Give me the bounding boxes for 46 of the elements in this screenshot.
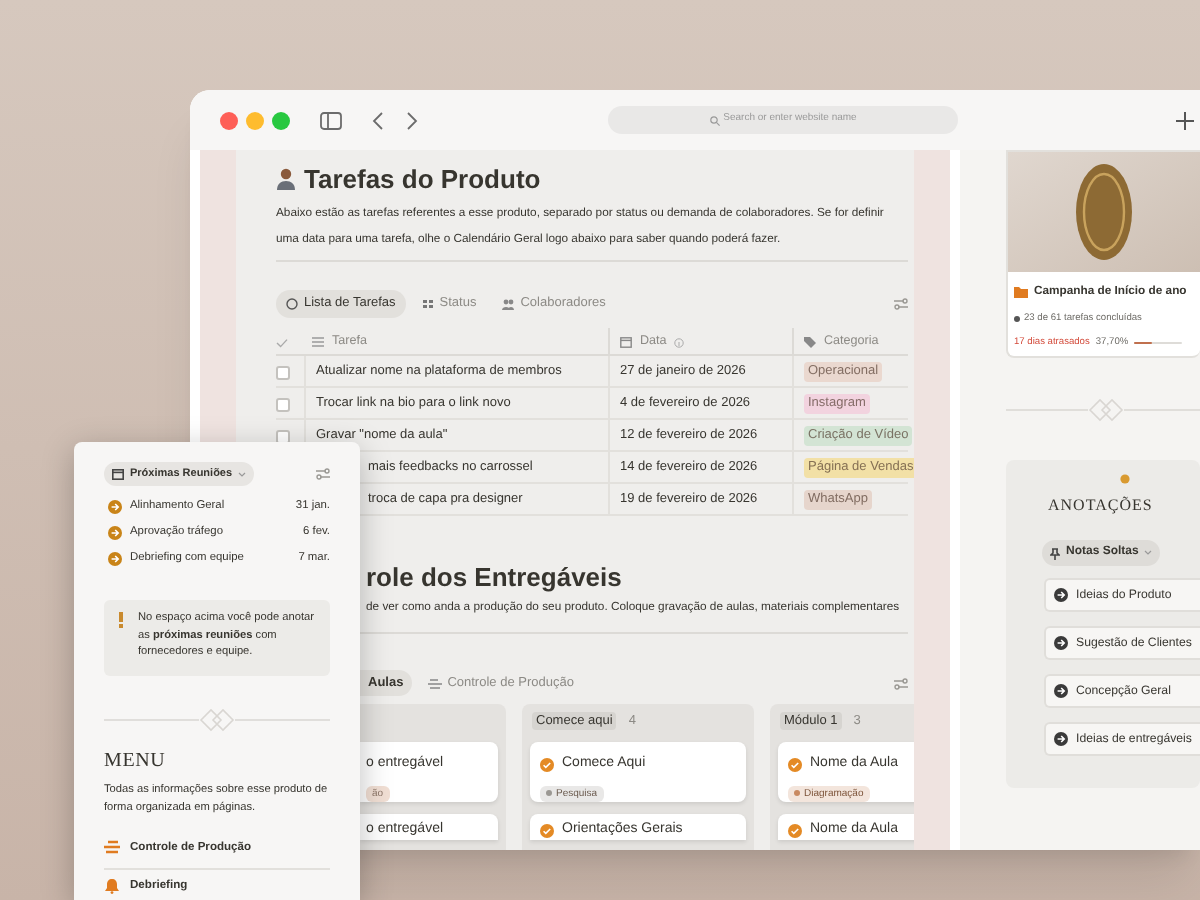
- exclamation-icon: [118, 612, 124, 628]
- section-heading: Tarefas do Produto: [304, 165, 541, 191]
- chevron-icon: [1144, 550, 1153, 556]
- dot-icon: [1014, 315, 1020, 322]
- back-icon: [372, 111, 384, 129]
- arrow-circle-icon: [108, 500, 122, 514]
- checkbox[interactable]: [276, 429, 290, 443]
- bell-icon: [104, 878, 120, 895]
- arrow-circle-icon: [1054, 684, 1068, 698]
- check-circle-icon: [540, 757, 554, 772]
- tag-icon: [804, 336, 816, 348]
- section-heading: role dos Entregáveis: [366, 562, 622, 594]
- check-icon: [276, 337, 288, 347]
- check-circle-icon: [788, 757, 802, 772]
- checkbox[interactable]: [276, 365, 290, 379]
- filter-icon: [316, 468, 330, 480]
- plus-icon: [1176, 111, 1194, 129]
- arrow-circle-icon: [1054, 588, 1068, 602]
- arrow-circle-icon: [1054, 732, 1068, 746]
- chevron-icon: [238, 471, 247, 477]
- stack-icon: [427, 677, 442, 689]
- calendar-icon: [620, 336, 632, 348]
- arrow-circle-icon: [108, 552, 122, 566]
- person-icon: [276, 167, 296, 189]
- wax-seal-drawing: [1074, 160, 1134, 264]
- grid-icon: [421, 298, 434, 310]
- filter-icon: [894, 677, 908, 689]
- circle-icon: [286, 298, 298, 310]
- arrow-circle-icon: [1054, 636, 1068, 650]
- check-circle-icon: [540, 823, 554, 838]
- search-icon: [709, 115, 720, 125]
- panel-title: ANOTAÇÕES: [1048, 494, 1153, 518]
- menu-heading: MENU: [104, 750, 168, 774]
- info-icon: [674, 337, 685, 347]
- list-icon: [312, 336, 324, 348]
- calendar-icon: [112, 468, 124, 480]
- sidebar-icon: [320, 111, 342, 129]
- checkbox[interactable]: [276, 397, 290, 411]
- folder-icon: [1014, 286, 1028, 299]
- arrow-circle-icon: [108, 526, 122, 540]
- stack-icon: [104, 840, 120, 857]
- pin-icon: [1050, 547, 1060, 559]
- filter-icon: [894, 298, 908, 310]
- check-circle-icon: [788, 823, 802, 838]
- people-icon: [502, 298, 515, 310]
- forward-icon: [406, 111, 418, 129]
